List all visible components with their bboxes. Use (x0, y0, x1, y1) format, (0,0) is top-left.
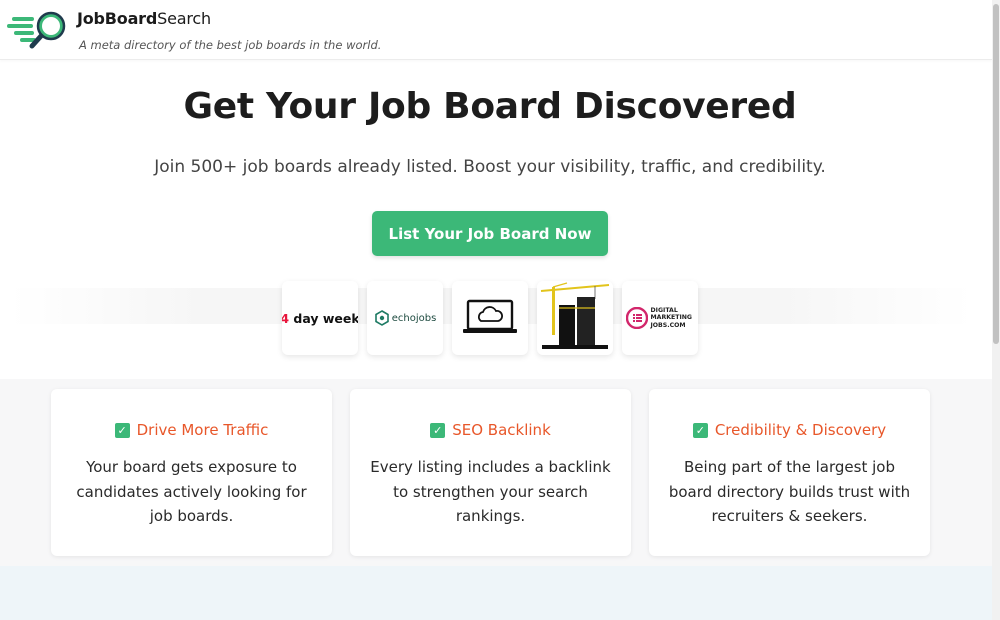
check-icon: ✓ (430, 422, 446, 438)
brand-name-bold: JobBoard (77, 9, 158, 28)
construction-crane-icon (540, 282, 610, 349)
cloud-laptop-icon (463, 299, 517, 333)
hero-title: Get Your Job Board Discovered (183, 86, 797, 127)
hero-subtitle: Join 500+ job boards already listed. Boo… (154, 157, 826, 177)
brand-name-light: Search (157, 9, 211, 28)
check-icon: ✓ (114, 422, 130, 438)
logo-magnifier-icon[interactable] (4, 8, 72, 52)
testimonial-section (0, 566, 992, 620)
feature-description: Every listing includes a backlink to str… (370, 458, 611, 525)
feature-heading: ✓ Credibility & Discovery (649, 421, 930, 439)
feature-heading: ✓ Drive More Traffic (51, 421, 332, 439)
feature-title: SEO Backlink (452, 421, 551, 439)
feature-title: Credibility & Discovery (714, 421, 887, 439)
feature-heading: ✓ SEO Backlink (350, 421, 631, 439)
partner-logo-digital-marketing-text: DIGITAL MARKETING JOBS.COM (650, 306, 693, 329)
check-icon: ✓ (692, 422, 708, 438)
list-job-board-button[interactable]: List Your Job Board Now (372, 211, 608, 256)
feature-description: Being part of the largest job board dire… (668, 458, 911, 525)
echojobs-icon (374, 310, 389, 326)
feature-card-seo: ✓ SEO Backlink Every listing includes a … (350, 389, 631, 556)
partner-logo-digital-marketing[interactable]: DIGITAL MARKETING JOBS.COM (622, 281, 698, 355)
partner-logo-4dayweek-text: 4 day week (282, 310, 358, 326)
partner-logo-echojobs-text: echojobs (391, 312, 437, 324)
feature-description: Your board gets exposure to candidates a… (76, 458, 307, 525)
partner-logo-echojobs[interactable]: echojobs (367, 281, 443, 355)
partner-logo-cloud[interactable] (452, 281, 528, 355)
partner-logo-construction[interactable] (537, 281, 613, 355)
page-scrollbar[interactable] (992, 0, 1000, 620)
scrollbar-thumb[interactable] (993, 4, 999, 344)
feature-card-traffic: ✓ Drive More Traffic Your board gets exp… (51, 389, 332, 556)
feature-card-credibility: ✓ Credibility & Discovery Being part of … (649, 389, 930, 556)
partner-logo-4dayweek-accent: 4 (282, 310, 290, 326)
digital-marketing-jobs-icon (625, 307, 648, 329)
site-header: JobBoardSearch A meta directory of the b… (0, 0, 992, 60)
feature-title: Drive More Traffic (136, 421, 269, 439)
site-tagline: A meta directory of the best job boards … (79, 38, 382, 52)
partner-logo-4dayweek[interactable]: 4 day week (282, 281, 358, 355)
brand-name[interactable]: JobBoardSearch (77, 9, 211, 28)
